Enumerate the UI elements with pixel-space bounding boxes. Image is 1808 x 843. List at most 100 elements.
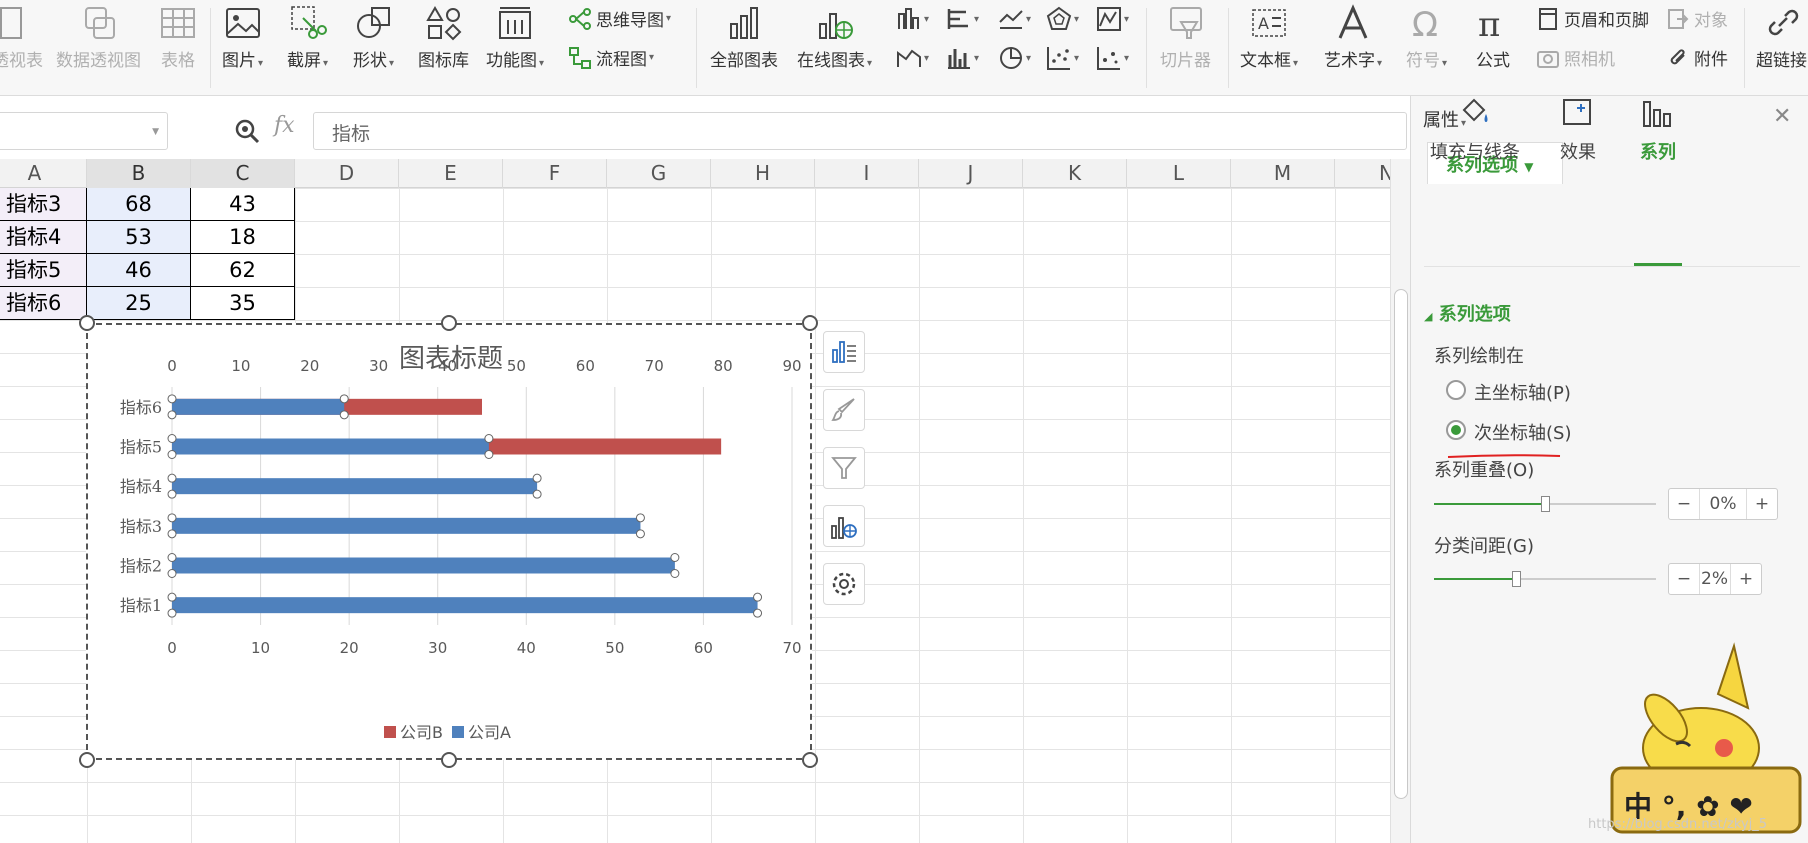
resize-handle[interactable] <box>79 315 95 331</box>
slicer-button[interactable]: 切片器 <box>1160 4 1211 71</box>
secondary-axis-label[interactable]: 次坐标轴(S) <box>1474 419 1571 445</box>
chart-styles-button[interactable] <box>823 389 865 431</box>
camera-button[interactable]: 照相机 <box>1536 45 1615 70</box>
gap-width-stepper[interactable]: −32%+ <box>1668 563 1762 595</box>
overlap-slider[interactable] <box>1434 496 1656 512</box>
vertical-scrollbar[interactable] <box>1390 159 1410 843</box>
x-secondary-tick-label: 80 <box>714 357 733 375</box>
wordart-button[interactable]: 艺术字 ▾ <box>1324 4 1382 71</box>
resize-handle[interactable] <box>441 315 457 331</box>
icon-library-button[interactable]: 图标库 <box>418 4 469 71</box>
formula-button[interactable]: π 公式 <box>1474 4 1512 71</box>
header-footer-button[interactable]: 页眉和页脚 <box>1536 6 1649 31</box>
tab-series[interactable]: 系列 <box>1640 96 1676 164</box>
column-header-f[interactable]: F <box>503 159 607 188</box>
cell-a[interactable]: 指标5 <box>0 254 87 287</box>
legend-swatch <box>384 726 396 738</box>
column-header-g[interactable]: G <box>607 159 711 188</box>
chart-settings-button[interactable] <box>823 563 865 605</box>
column-header-a[interactable]: A <box>0 159 87 188</box>
online-chart-button[interactable]: 在线图表 ▾ <box>797 4 872 71</box>
fx-icon[interactable]: fx <box>274 113 295 138</box>
cell-b[interactable]: 68 <box>87 188 191 221</box>
cell-b[interactable]: 46 <box>87 254 191 287</box>
column-header-h[interactable]: H <box>711 159 815 188</box>
tab-fill-line[interactable]: 填充与线条 <box>1430 96 1520 164</box>
attachment-button[interactable]: 附件 <box>1666 45 1728 70</box>
chart-filter-button[interactable] <box>823 447 865 489</box>
cell-a[interactable]: 指标3 <box>0 188 87 221</box>
slider-thumb[interactable] <box>1512 571 1522 587</box>
line-chart-dropdown[interactable]: ▾ <box>998 6 1031 32</box>
stock-chart-dropdown[interactable]: ▾ <box>1096 6 1129 32</box>
minus-icon[interactable]: − <box>1669 564 1699 594</box>
cell-b[interactable]: 25 <box>87 287 191 320</box>
column-header-i[interactable]: I <box>815 159 919 188</box>
column-header-m[interactable]: M <box>1231 159 1335 188</box>
column-header-d[interactable]: D <box>295 159 399 188</box>
resize-handle[interactable] <box>79 752 95 768</box>
name-box[interactable]: ▼ <box>0 112 168 150</box>
cell-c[interactable]: 43 <box>191 188 295 221</box>
gap-width-slider[interactable] <box>1434 571 1656 587</box>
online-chart-tool-button[interactable] <box>823 505 865 547</box>
column-header-k[interactable]: K <box>1023 159 1127 188</box>
all-charts-button[interactable]: 全部图表 <box>710 4 778 71</box>
cell-a[interactable]: 指标4 <box>0 221 87 254</box>
object-button[interactable]: 对象 <box>1666 6 1728 31</box>
secondary-axis-radio[interactable] <box>1446 420 1466 440</box>
pivot-table-button[interactable]: 透视表 <box>0 4 43 71</box>
flowchart-button[interactable]: 流程图 ▾ <box>568 45 654 70</box>
area-chart-dropdown[interactable]: ▾ <box>896 45 929 71</box>
primary-axis-label[interactable]: 主坐标轴(P) <box>1474 379 1571 405</box>
cell-c[interactable]: 35 <box>191 287 295 320</box>
primary-axis-radio[interactable] <box>1446 380 1466 400</box>
shape-button[interactable]: 形状 ▾ <box>353 4 394 71</box>
cell-c[interactable]: 62 <box>191 254 295 287</box>
resize-handle[interactable] <box>441 752 457 768</box>
table-button[interactable]: 表格 <box>159 4 197 71</box>
pie-chart-dropdown[interactable]: ▾ <box>998 45 1031 71</box>
plus-icon[interactable]: + <box>1747 489 1777 519</box>
pivot-chart-button[interactable]: 数据透视图 <box>56 4 141 71</box>
symbol-button[interactable]: Ω 符号 ▾ <box>1406 4 1447 71</box>
resize-handle[interactable] <box>802 752 818 768</box>
close-icon[interactable]: ✕ <box>1773 104 1791 129</box>
minus-icon[interactable]: − <box>1669 489 1699 519</box>
cell-b[interactable]: 53 <box>87 221 191 254</box>
combo-chart-dropdown[interactable]: ▾ <box>946 45 979 71</box>
column-header-n[interactable]: N <box>1335 159 1390 188</box>
cell-a[interactable]: 指标6 <box>0 287 87 320</box>
chart-elements-button[interactable] <box>823 331 865 373</box>
radar-chart-dropdown[interactable]: ▾ <box>1046 6 1079 32</box>
column-header-j[interactable]: J <box>919 159 1023 188</box>
plus-icon[interactable]: + <box>1731 564 1761 594</box>
pivot-table-icon <box>0 7 22 39</box>
cell-c[interactable]: 18 <box>191 221 295 254</box>
column-header-b[interactable]: B <box>87 159 191 188</box>
bubble-chart-dropdown[interactable]: ▾ <box>1096 45 1129 71</box>
scrollbar-thumb[interactable] <box>1394 289 1408 799</box>
ribbon-separator <box>1228 8 1229 88</box>
textbox-button[interactable]: A 文本框 ▾ <box>1240 4 1298 71</box>
tab-effects[interactable]: 效果 <box>1560 96 1596 164</box>
picture-button[interactable]: 图片 ▾ <box>222 4 263 71</box>
overlap-stepper[interactable]: −0% + <box>1668 488 1778 520</box>
scatter-chart-dropdown[interactable]: ▾ <box>1046 45 1079 71</box>
resize-handle[interactable] <box>802 315 818 331</box>
hyperlink-button[interactable]: 超链接 <box>1756 4 1807 71</box>
function-chart-button[interactable]: 功能图 ▾ <box>486 4 544 71</box>
bar-chart-dropdown[interactable]: ▾ <box>946 6 979 32</box>
slider-thumb[interactable] <box>1541 496 1550 512</box>
chevron-down-icon[interactable]: ▼ <box>152 127 159 137</box>
mindmap-button[interactable]: 思维导图 ▾ <box>568 6 671 31</box>
chart-object[interactable]: 0 10 20 30 40 50 60 70 0 10 20 30 40 50 60 70 80 90 图表标题 指标… <box>86 323 812 760</box>
section-series-options[interactable]: ◢ 系列选项 <box>1424 300 1511 326</box>
column-header-c[interactable]: C <box>191 159 295 188</box>
screenshot-button[interactable]: 截屏 ▾ <box>287 4 328 71</box>
zoom-search-icon[interactable] <box>233 117 261 145</box>
column-header-e[interactable]: E <box>399 159 503 188</box>
formula-input[interactable]: 指标 <box>313 112 1407 150</box>
column-header-l[interactable]: L <box>1127 159 1231 188</box>
column-chart-dropdown[interactable]: ▾ <box>896 6 929 32</box>
